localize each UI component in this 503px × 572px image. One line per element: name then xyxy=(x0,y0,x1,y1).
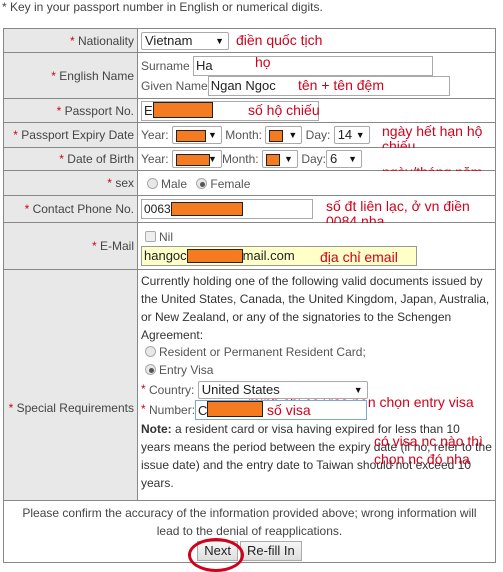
chevron-down-icon: ▼ xyxy=(208,130,217,140)
dob-year-select[interactable]: ▼ xyxy=(171,150,222,168)
date-of-birth-label: * Date of Birth xyxy=(3,147,138,171)
highlight-circle xyxy=(188,538,244,572)
annotation-given-name: tên + tên đệm xyxy=(298,77,385,93)
chevron-down-icon: ▼ xyxy=(284,154,293,164)
annotation-nationality: điền quốc tịch xyxy=(236,32,323,48)
passport-expiry-row: * Passport Expiry Date Year: ▼ Month: ▼ … xyxy=(3,122,496,154)
surname-input[interactable]: Ha xyxy=(193,55,434,76)
chevron-down-icon: ▼ xyxy=(355,130,365,140)
chevron-down-icon: ▼ xyxy=(208,154,217,164)
option-resident-card[interactable]: Resident or Permanent Resident Card; xyxy=(141,344,492,362)
dob-day-select[interactable]: 6 ▼ xyxy=(326,150,362,168)
redacted-block xyxy=(170,202,243,216)
english-name-label: * English Name xyxy=(3,52,138,99)
phone-label: * Contact Phone No. xyxy=(3,195,138,223)
sex-option-female[interactable]: Female xyxy=(196,176,250,190)
radio-resident-card[interactable] xyxy=(145,346,156,358)
email-label: * E-Mail xyxy=(3,222,138,270)
nationality-row: * Nationality Vietnam ▼ điền quốc tịch xyxy=(3,28,496,53)
nil-checkbox[interactable] xyxy=(145,231,156,243)
country-select[interactable]: United States ▼ xyxy=(197,381,368,399)
radio-female[interactable] xyxy=(196,177,208,189)
annotation-passport-no: số hộ chiếu xyxy=(248,102,320,118)
radio-male[interactable] xyxy=(147,177,158,189)
nationality-select[interactable]: Vietnam ▼ xyxy=(141,31,229,50)
expiry-year-select[interactable]: ▼ xyxy=(171,126,222,144)
refill-button[interactable]: Re-fill In xyxy=(240,541,302,561)
expiry-month-select[interactable]: ▼ xyxy=(265,126,303,144)
sex-option-male[interactable]: Male xyxy=(147,176,187,190)
english-name-row: * English Name Surname Ha Given Name Ngan… xyxy=(3,52,496,99)
passport-instruction-note: * Key in your passport number in English… xyxy=(2,0,323,14)
special-requirements-label: * Special Requirements xyxy=(3,269,138,501)
sex-row: * sex Male Female xyxy=(3,170,496,196)
given-name-label: Given Name xyxy=(141,78,208,93)
sex-label: * sex xyxy=(3,170,138,196)
special-intro-text: Currently holding one of the following v… xyxy=(141,274,490,342)
nationality-label: * Nationality xyxy=(3,28,138,53)
passport-expiry-label: * Passport Expiry Date xyxy=(3,122,138,148)
annotation-country: có visa nc nào thì chọn nc đó nha xyxy=(374,433,483,467)
annotation-email: địa chỉ email xyxy=(320,249,398,265)
chevron-down-icon: ▼ xyxy=(353,385,363,395)
annotation-visa-number: số visa xyxy=(267,402,311,418)
annotation-surname: họ xyxy=(255,54,271,70)
redacted-block xyxy=(152,101,213,118)
passport-no-row: * Passport No. E số hộ chiếu xyxy=(3,98,496,123)
dob-month-select[interactable]: ▼ xyxy=(261,150,298,168)
chevron-down-icon: ▼ xyxy=(215,35,224,46)
surname-label: Surname xyxy=(141,58,190,73)
date-of-birth-row: * Date of Birth Year: ▼Month: ▼ Day:6▼ n… xyxy=(3,147,496,195)
option-entry-visa[interactable]: Entry Visa mình chỉ có visa nên chọn ent… xyxy=(141,362,492,410)
application-form-table: * Nationality Vietnam ▼ điền quốc tịch * … xyxy=(3,28,496,572)
visa-number-input[interactable]: C số visa xyxy=(195,400,368,420)
redacted-block xyxy=(207,401,264,417)
special-requirements-row: * Special Requirements Currently holding… xyxy=(3,269,496,501)
email-row: * E-Mail Nil hangoc mail.com địa chỉ emai… xyxy=(3,222,496,270)
chevron-down-icon: ▼ xyxy=(288,130,298,140)
chevron-down-icon: ▼ xyxy=(348,154,357,164)
passport-no-label: * Passport No. xyxy=(3,98,138,123)
confirm-text: Please confirm the accuracy of the infor… xyxy=(22,506,477,538)
radio-entry-visa[interactable] xyxy=(145,364,156,376)
phone-input[interactable]: 0063 xyxy=(141,199,313,219)
expiry-day-select[interactable]: 14 ▼ xyxy=(333,126,370,144)
phone-row: * Contact Phone No. 0063 số đt liên lạc,… xyxy=(3,195,496,229)
confirm-row: Please confirm the accuracy of the infor… xyxy=(3,500,496,572)
redacted-block xyxy=(186,249,243,263)
